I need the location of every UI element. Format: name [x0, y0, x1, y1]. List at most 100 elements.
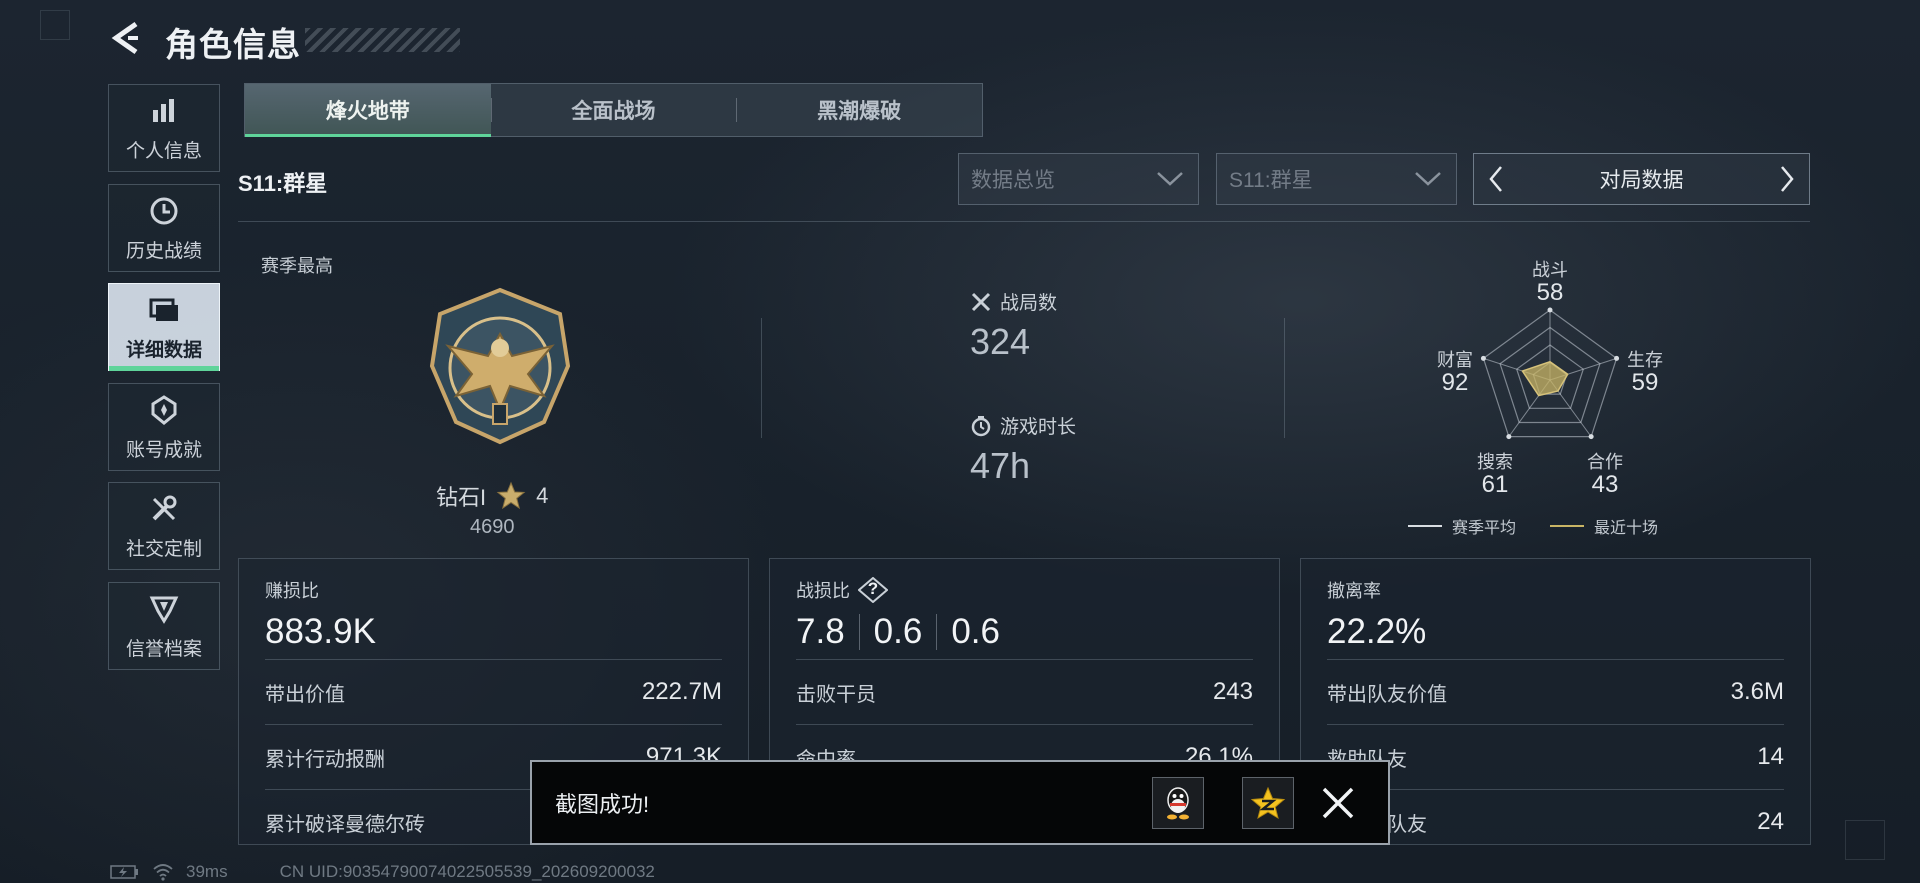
radar-legend: 赛季平均 最近十场 — [1408, 514, 1658, 538]
tab-black-tide[interactable]: 黑潮爆破 — [736, 84, 982, 136]
sidebar-item-achievements[interactable]: 账号成就 — [108, 383, 220, 471]
table-row: 带出队友价值 3.6M — [1327, 659, 1784, 724]
legend-line — [1550, 525, 1585, 527]
legend-line — [1408, 525, 1442, 527]
decor-corner — [40, 10, 70, 40]
divider — [238, 221, 1810, 222]
combat-title-row: 战损比 ? — [796, 576, 1253, 604]
season-select[interactable]: S11:群星 — [1216, 153, 1457, 205]
sidebar-item-personal-info[interactable]: 个人信息 — [108, 84, 220, 172]
table-row: 救助队友14 — [1327, 724, 1784, 789]
tab-full-battlefield[interactable]: 全面战场 — [490, 84, 737, 136]
playtime-value: 47h — [970, 445, 1031, 486]
sidebar-item-social[interactable]: 社交定制 — [108, 482, 220, 570]
radar-label-survival: 生存 59 — [1627, 350, 1663, 396]
bar-chart-icon — [147, 94, 181, 128]
clock-icon — [147, 194, 181, 228]
matches-stat: 战局数 324 — [970, 288, 1057, 363]
credit-icon — [147, 592, 181, 626]
sidebar-item-label: 社交定制 — [125, 538, 202, 560]
radar-label-cooperation: 合作 43 — [1587, 452, 1623, 498]
sidebar-item-label: 历史战绩 — [125, 240, 202, 262]
title-decoration — [305, 28, 460, 52]
data-pager: 对局数据 — [1473, 153, 1810, 205]
radar-label-combat: 战斗 58 — [1532, 260, 1568, 306]
chevron-right-icon — [1781, 166, 1794, 192]
tools-icon — [147, 492, 181, 526]
view-select-value: 数据总览 — [971, 169, 1055, 192]
sidebar-item-detailed-data[interactable]: 详细数据 — [108, 283, 220, 371]
divider — [936, 614, 938, 650]
mode-tabs: 烽火地带 全面战场 黑潮爆破 — [244, 83, 983, 137]
screenshot-toast: 截图成功! — [530, 760, 1390, 845]
combat-title: 战损比 — [796, 581, 850, 601]
playtime-label: 游戏时长 — [1000, 417, 1077, 438]
toast-close-button[interactable] — [1316, 781, 1360, 825]
radar-axis-dot — [1588, 434, 1594, 440]
matches-value: 324 — [970, 321, 1031, 362]
qq-icon — [1167, 786, 1189, 819]
rank-stars: 4 — [536, 483, 549, 508]
pager-label: 对局数据 — [1599, 169, 1684, 192]
radar-chart: 战斗 58 生存 59 合作 43 搜索 61 财富 92 — [1405, 255, 1695, 515]
star-icon — [496, 481, 526, 510]
table-row: 带出价值 222.7M — [265, 659, 722, 724]
kd-value: 0.6 — [951, 612, 1000, 651]
folder-icon — [147, 293, 181, 327]
sidebar-item-label: 详细数据 — [125, 339, 202, 361]
season-best-label: 赛季最高 — [261, 256, 333, 276]
achievement-icon — [147, 393, 181, 427]
pager-prev-button[interactable] — [1474, 154, 1518, 204]
uid-text: CN UID:9035479007402250553​9_20260920003… — [279, 862, 655, 881]
share-qq-button[interactable] — [1152, 776, 1204, 829]
share-qzone-button[interactable] — [1242, 776, 1294, 829]
help-button[interactable]: ? — [857, 576, 889, 604]
radar-axis-dot — [1547, 307, 1553, 313]
chevron-down-icon — [1415, 172, 1441, 186]
crossed-swords-icon — [971, 292, 991, 311]
profit-main-value: 883.9K — [265, 612, 376, 651]
page-title: 角色信息 — [165, 26, 301, 63]
close-icon — [1322, 787, 1354, 818]
sidebar-item-label: 信誉档案 — [125, 638, 202, 660]
pager-next-button[interactable] — [1765, 154, 1809, 204]
rank-score: 4690 — [470, 516, 515, 538]
sidebar-item-credit[interactable]: 信誉档案 — [108, 582, 220, 670]
profit-title: 赚损比 — [265, 581, 319, 601]
sidebar-item-label: 个人信息 — [125, 140, 202, 162]
rank-badge-icon — [420, 286, 580, 446]
extraction-main-value: 22.2% — [1327, 612, 1427, 651]
qzone-star-icon — [1250, 786, 1286, 819]
ping-value: 39ms — [186, 862, 228, 881]
radar-label-wealth: 财富 92 — [1437, 350, 1473, 396]
active-indicator — [109, 366, 219, 371]
table-row: 击败干员 243 — [796, 659, 1253, 724]
back-arrow-icon — [111, 21, 138, 55]
season-select-value: S11:群星 — [1229, 169, 1313, 192]
divider — [858, 614, 860, 650]
battery-charging-icon — [110, 865, 138, 879]
stopwatch-icon — [971, 415, 991, 436]
view-select[interactable]: 数据总览 — [958, 153, 1199, 205]
rank-name: 钻石I — [436, 485, 487, 510]
divider — [1284, 318, 1285, 438]
divider — [761, 318, 762, 438]
sidebar-item-history[interactable]: 历史战绩 — [108, 184, 220, 272]
radar-label-search: 搜索 61 — [1477, 452, 1513, 498]
matches-label: 战局数 — [1000, 293, 1058, 314]
status-footer: 39ms CN UID:9035479007402250553​9_202609… — [110, 862, 655, 882]
legend-season-average: 赛季平均 — [1408, 514, 1516, 538]
combat-main-values: 7.8 0.6 0.6 — [796, 605, 1253, 659]
season-label: S11:群星 — [238, 171, 328, 196]
chevron-down-icon — [1157, 172, 1183, 186]
tab-warzone[interactable]: 烽火地带 — [245, 84, 491, 137]
chevron-left-icon — [1489, 166, 1502, 192]
toast-message: 截图成功! — [555, 791, 650, 817]
playtime-stat: 游戏时长 47h — [970, 412, 1076, 487]
decor-corner — [1845, 820, 1885, 860]
sidebar-item-label: 账号成就 — [125, 439, 202, 461]
table-row: 队友 24 — [1327, 789, 1784, 854]
rank-row: 钻石I 4 — [436, 480, 548, 512]
back-button[interactable] — [108, 18, 148, 58]
wifi-icon — [153, 864, 173, 881]
